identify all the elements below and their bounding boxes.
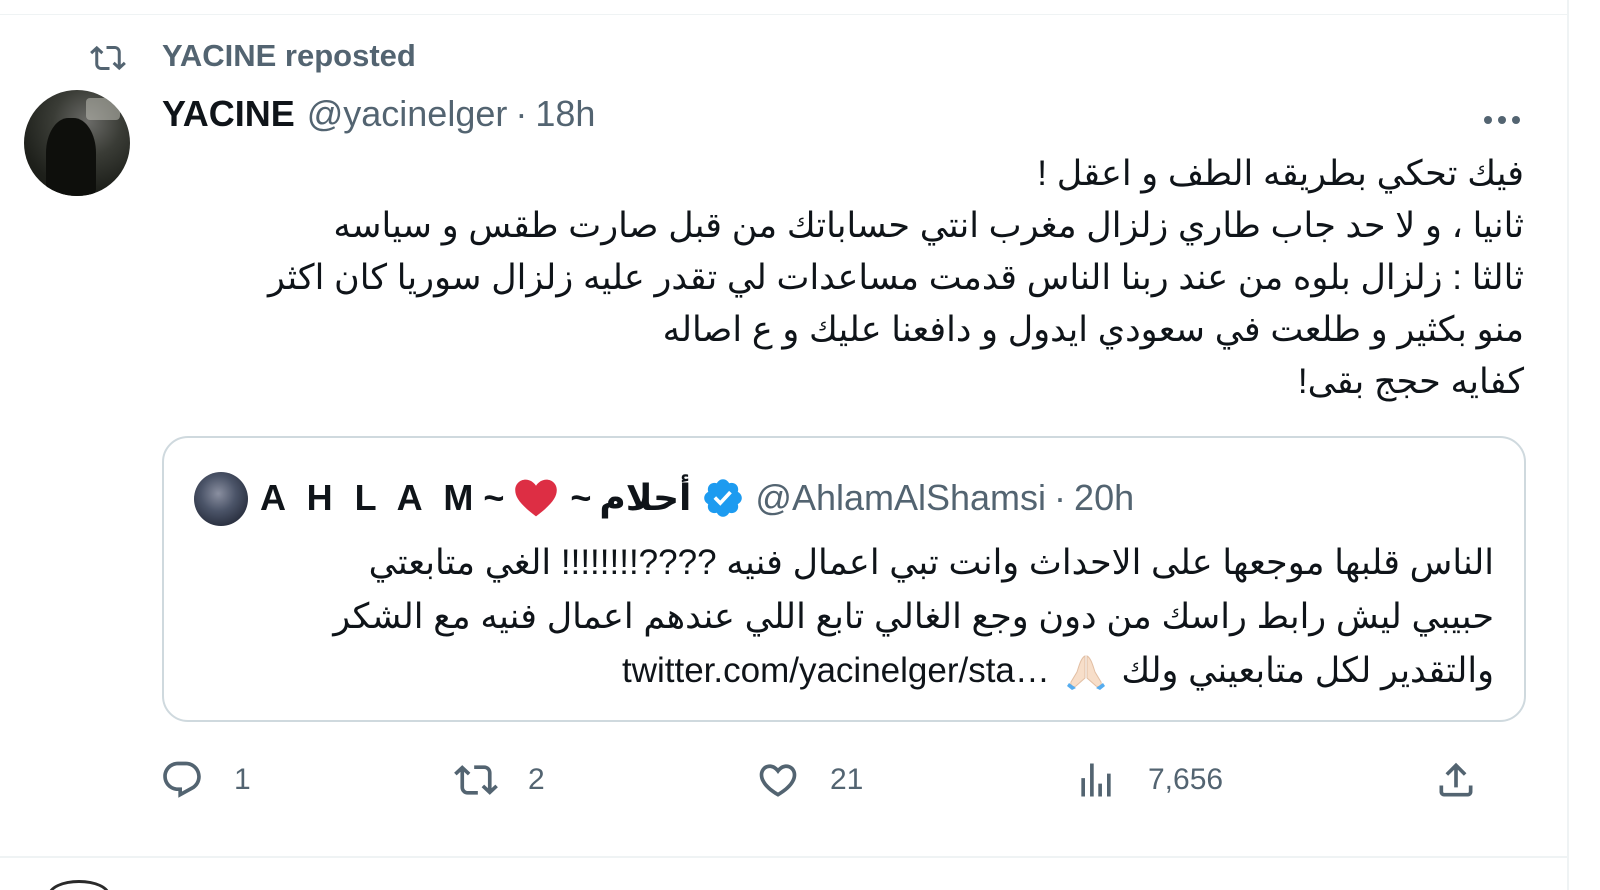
verified-badge-icon xyxy=(704,479,743,517)
red-heart-emoji xyxy=(515,479,558,517)
retweet-button[interactable]: 2 xyxy=(454,756,545,804)
right-divider xyxy=(1567,0,1569,890)
quoted-tweet-timestamp[interactable]: 20h xyxy=(1074,477,1134,519)
avatar-figure xyxy=(46,118,96,196)
like-count: 21 xyxy=(830,763,864,796)
bottom-divider xyxy=(0,856,1567,858)
tweet-page: YACINE reposted YACINE @yacinelger · 18h… xyxy=(0,0,1600,890)
name-tilde: ~ xyxy=(483,477,505,518)
reply-icon xyxy=(163,761,201,798)
quoted-line-text: والتقدير لكل متابعيني ولك xyxy=(1121,651,1494,690)
folded-hands-emoji xyxy=(1066,655,1105,690)
more-options-button[interactable] xyxy=(1480,100,1524,140)
repost-label[interactable]: YACINE reposted xyxy=(162,38,416,74)
retweet-icon xyxy=(454,765,498,795)
tweet-text: فيك تحكي بطريقه الطف و اعقل ! ثانيا ، و … xyxy=(170,148,1524,408)
tweet-line: ثالثا : زلزال بلوه من عند ربنا الناس قدم… xyxy=(268,258,1524,297)
quoted-author-name-latin[interactable]: A H L A M xyxy=(260,477,479,519)
tweet-header: YACINE @yacinelger · 18h xyxy=(162,92,595,136)
quoted-tweet-card[interactable]: A H L A M ~ ~ أحلام @AhlamAlShamsi · 20h… xyxy=(162,436,1526,722)
author-handle[interactable]: @yacinelger xyxy=(307,93,508,135)
retweet-count: 2 xyxy=(528,763,545,796)
views-count: 7,656 xyxy=(1148,763,1224,796)
avatar[interactable] xyxy=(24,90,130,196)
share-button[interactable] xyxy=(1434,756,1478,804)
reply-button[interactable]: 1 xyxy=(160,756,251,804)
more-icon xyxy=(1484,116,1520,124)
quoted-tweet-link[interactable]: twitter.com/yacinelger/sta… xyxy=(622,651,1050,690)
quoted-tweet-text: الناس قلبها موجعها على الاحداث وانت تبي … xyxy=(204,536,1494,698)
share-icon xyxy=(1439,762,1473,797)
quoted-author-name-arabic[interactable]: أحلام xyxy=(599,477,691,519)
tweet-line: ثانيا ، و لا حد جاب طاري زلزال مغرب انتي… xyxy=(333,206,1524,245)
heart-icon xyxy=(759,764,797,797)
quoted-line: حبيبي ليش رابط راسك من دون وجع الغالي تا… xyxy=(333,597,1494,636)
separator-dot: · xyxy=(515,93,528,134)
quoted-line: الناس قلبها موجعها على الاحداث وانت تبي … xyxy=(368,543,1494,582)
name-tilde: ~ xyxy=(570,477,592,518)
author-name[interactable]: YACINE xyxy=(162,93,295,135)
next-tweet-avatar-edge xyxy=(48,880,110,890)
tweet-line: كفايه حجج بقى! xyxy=(1297,362,1524,401)
quoted-avatar[interactable] xyxy=(194,472,248,526)
quoted-author-handle[interactable]: @AhlamAlShamsi xyxy=(755,477,1046,519)
reply-count: 1 xyxy=(234,763,251,796)
top-divider xyxy=(0,14,1567,15)
views-button[interactable]: 7,656 xyxy=(1074,756,1223,804)
like-button[interactable]: 21 xyxy=(756,756,863,804)
quoted-line: والتقدير لكل متابعيني ولك twitter.com/ya… xyxy=(204,644,1494,698)
tweet-line: منو بكثير و طلعت في سعودي ايدول و دافعنا… xyxy=(662,310,1524,349)
tweet-line: فيك تحكي بطريقه الطف و اعقل ! xyxy=(1037,154,1524,193)
separator-dot: · xyxy=(1054,477,1067,518)
tweet-timestamp[interactable]: 18h xyxy=(535,93,595,135)
quoted-tweet-header: A H L A M ~ ~ أحلام @AhlamAlShamsi · 20h xyxy=(260,474,1134,522)
retweet-icon xyxy=(86,38,130,78)
views-chart-icon xyxy=(1081,763,1111,797)
avatar-overlay-text xyxy=(86,98,120,120)
